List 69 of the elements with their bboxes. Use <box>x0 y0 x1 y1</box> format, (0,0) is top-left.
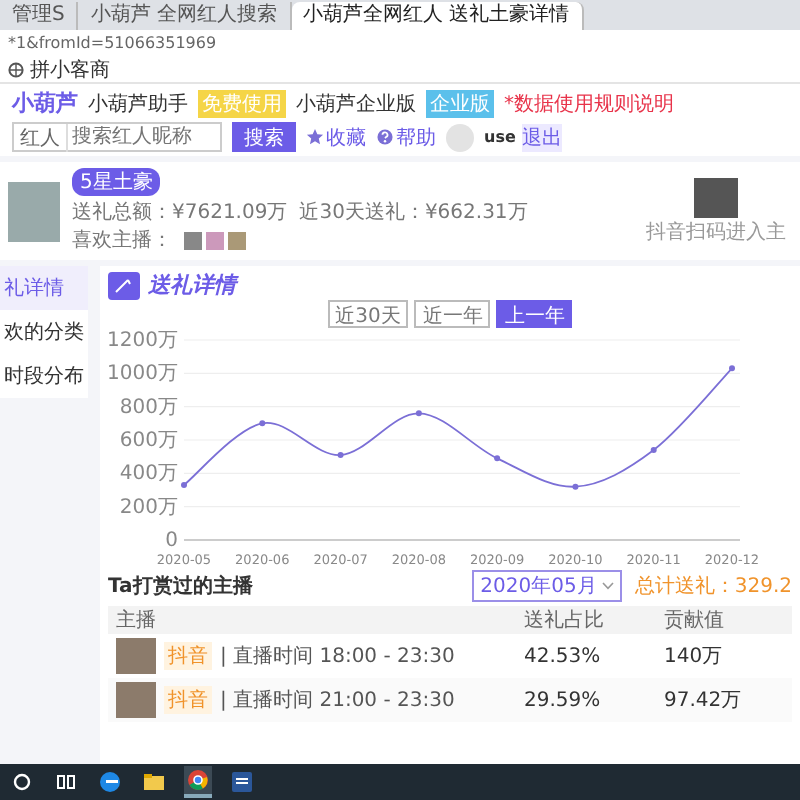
caret-icon <box>602 582 615 590</box>
rank-tag: 5星土豪 <box>72 168 161 196</box>
nav-link[interactable]: 小葫芦助手 <box>88 89 188 117</box>
taskbar-app-icon[interactable] <box>184 766 212 798</box>
taskbar-app-icon[interactable] <box>96 768 124 796</box>
table-cell-text: 29.59% <box>524 689 603 711</box>
taskbar-app-icon[interactable] <box>228 768 256 796</box>
user-name: use <box>484 128 516 146</box>
favorite-link[interactable]: 收藏 <box>306 123 366 151</box>
range-tab[interactable]: 近一年 <box>414 300 491 328</box>
live-time-text: | 直播时间 21:00 - 23:30 <box>220 687 455 714</box>
month-select[interactable]: 2020年05月 <box>472 570 623 602</box>
logout-link[interactable]: 退出 <box>521 123 562 151</box>
data-point <box>650 447 657 453</box>
sidebar-item[interactable]: 礼详情 <box>0 266 88 310</box>
stat-text: 近30天送礼：¥662.31万 <box>299 199 528 226</box>
axis-label: 1200万 <box>108 330 178 352</box>
platform-tag: 抖音 <box>164 642 212 670</box>
nav-link[interactable]: 小葫芦企业版 <box>296 89 416 117</box>
section-title: 送礼详情 <box>148 270 236 300</box>
nav-tag: 免费使用 <box>198 89 286 117</box>
help-icon <box>376 128 394 146</box>
axis-label: 1000万 <box>108 363 178 386</box>
sidebar-item[interactable]: 欢的分类 <box>0 310 88 354</box>
photo-placeholder <box>116 682 156 718</box>
axis-label: 0 <box>165 530 178 552</box>
stat-text: 喜欢主播： <box>72 227 172 254</box>
range-tab[interactable]: 近30天 <box>327 300 409 328</box>
axis-label: 600万 <box>119 430 178 452</box>
table-cell-text: 42.53% <box>524 645 603 667</box>
table-cell-text: 140万 <box>664 644 725 670</box>
data-point <box>181 482 187 488</box>
browser-tab[interactable]: 小葫芦全网红人 送礼土豪详情 <box>291 2 584 30</box>
stat-text: 送礼总额：¥7621.09万 <box>72 199 288 226</box>
qr-caption: 抖音扫码进入主 <box>646 219 786 245</box>
data-point <box>337 452 344 458</box>
column-header: 贡献值 <box>664 607 726 634</box>
axis-label: 400万 <box>119 463 178 486</box>
photo-placeholder <box>116 638 156 674</box>
help-link[interactable]: 帮助 <box>376 123 436 151</box>
star-icon <box>306 128 324 146</box>
data-point <box>494 455 501 462</box>
total-text: 总计送礼：329.2 <box>634 573 792 600</box>
site-logo[interactable]: 小葫芦 <box>12 88 78 118</box>
taskbar-app-icon[interactable] <box>8 768 36 796</box>
search-button[interactable]: 搜索 <box>232 122 296 152</box>
table-cell-text: 97.42万 <box>664 688 744 714</box>
platform-tag: 抖音 <box>164 686 212 714</box>
table-title: Ta打赏过的主播 <box>108 572 255 600</box>
qr-code-placeholder <box>694 177 738 217</box>
range-tab[interactable]: 上一年 <box>496 300 573 328</box>
column-header: 主播 <box>116 607 158 634</box>
globe-icon <box>8 62 24 78</box>
search-field[interactable]: 红人 搜索红人昵称 <box>12 122 222 152</box>
data-point <box>729 365 735 372</box>
taskbar-app-icon[interactable] <box>140 768 168 796</box>
data-point <box>415 410 422 417</box>
data-point <box>259 420 266 427</box>
bookmark-link[interactable]: 拼小客商 <box>8 56 110 84</box>
address-field[interactable]: *1&fromId=51066351969 <box>8 34 217 52</box>
data-point <box>572 483 579 490</box>
rules-link[interactable]: *数据使用规则说明 <box>504 89 674 117</box>
axis-label: 200万 <box>119 496 178 519</box>
nav-tag: 企业版 <box>426 89 494 117</box>
photo-placeholder <box>8 181 60 241</box>
live-time-text: | 直播时间 18:00 - 23:30 <box>220 643 455 670</box>
axis-label: 800万 <box>119 396 178 419</box>
column-header: 送礼占比 <box>524 607 606 634</box>
sidebar-item[interactable]: 时段分布 <box>0 354 88 398</box>
